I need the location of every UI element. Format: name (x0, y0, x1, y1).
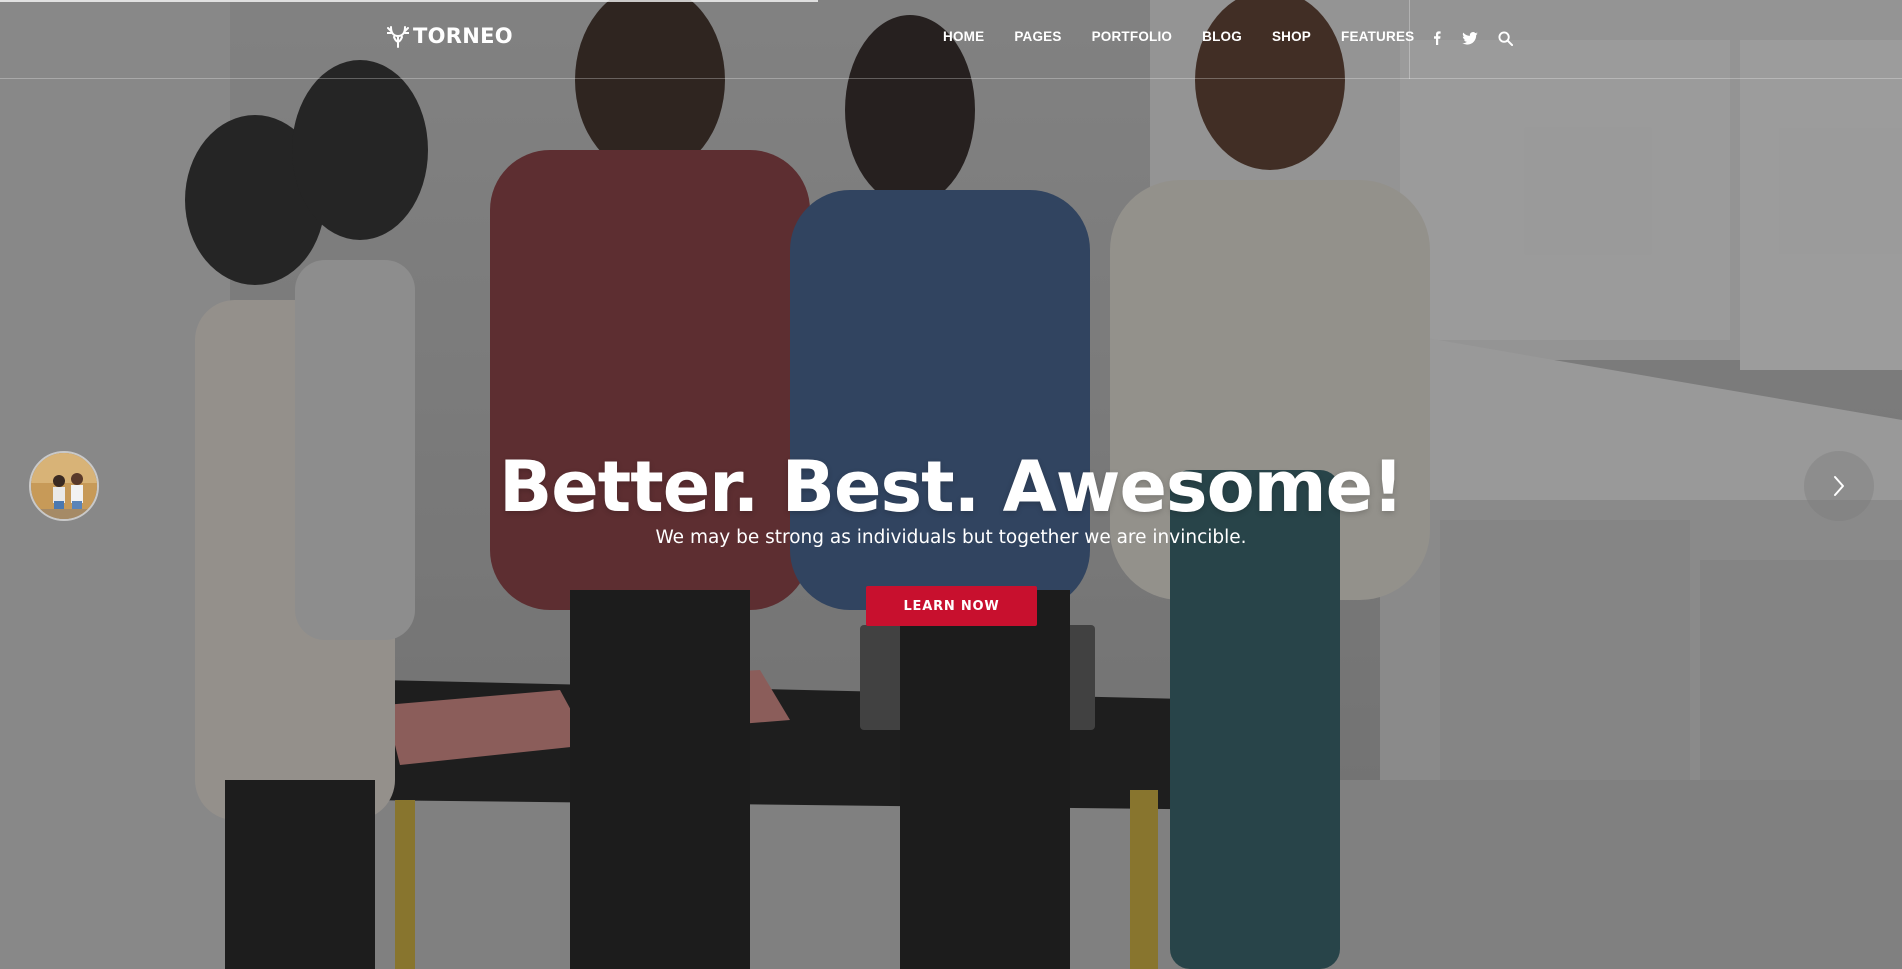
header-divider (1409, 0, 1410, 79)
nav-item-shop[interactable]: SHOP (1257, 29, 1326, 44)
twitter-icon[interactable] (1461, 28, 1479, 48)
learn-now-button[interactable]: LEARN NOW (866, 586, 1037, 626)
nav-item-features[interactable]: FEATURES (1326, 29, 1429, 44)
nav-item-blog[interactable]: BLOG (1187, 29, 1257, 44)
search-icon[interactable] (1496, 28, 1514, 48)
hero-title: Better. Best. Awesome! (498, 446, 1404, 528)
main-navigation: HOME PAGES PORTFOLIO BLOG SHOP FEATURES (928, 29, 1429, 44)
site-logo[interactable]: TORNEO (387, 24, 513, 48)
site-header: TORNEO HOME PAGES PORTFOLIO BLOG SHOP FE… (0, 0, 1902, 79)
nav-item-portfolio[interactable]: PORTFOLIO (1077, 29, 1188, 44)
deer-antlers-icon (387, 26, 409, 48)
hero-subtitle: We may be strong as individuals but toge… (655, 527, 1247, 548)
nav-item-pages[interactable]: PAGES (999, 29, 1076, 44)
nav-item-home[interactable]: HOME (928, 29, 999, 44)
brand-name: TORNEO (413, 24, 513, 48)
facebook-icon[interactable] (1430, 28, 1444, 48)
